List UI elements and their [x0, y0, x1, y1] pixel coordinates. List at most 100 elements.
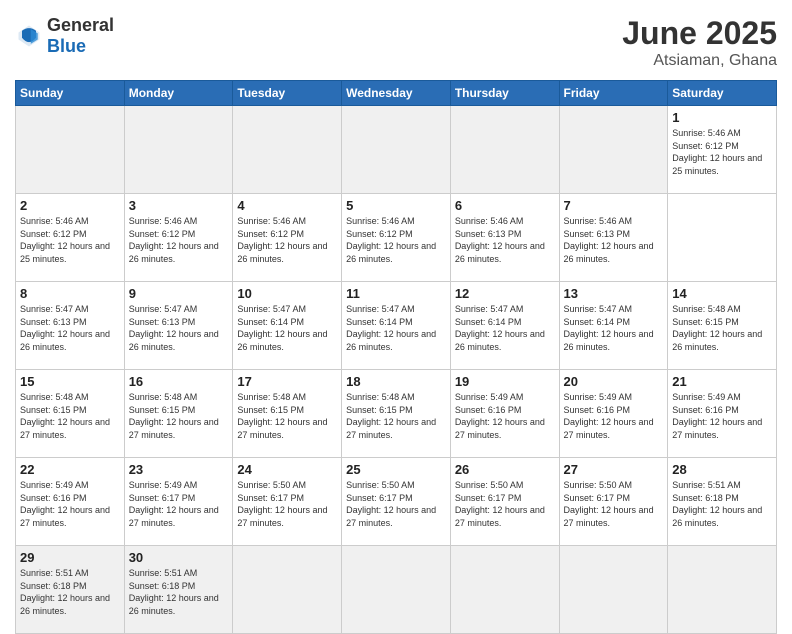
- day-info: Sunrise: 5:47 AM Sunset: 6:14 PM Dayligh…: [455, 303, 555, 353]
- day-info: Sunrise: 5:46 AM Sunset: 6:12 PM Dayligh…: [129, 215, 229, 265]
- day-number: 4: [237, 198, 337, 213]
- day-number: 14: [672, 286, 772, 301]
- day-number: 3: [129, 198, 229, 213]
- calendar-day-cell: 12 Sunrise: 5:47 AM Sunset: 6:14 PM Dayl…: [450, 282, 559, 370]
- calendar-day-cell: 13 Sunrise: 5:47 AM Sunset: 6:14 PM Dayl…: [559, 282, 668, 370]
- month-year: June 2025: [622, 15, 777, 52]
- calendar-week-row: 29 Sunrise: 5:51 AM Sunset: 6:18 PM Dayl…: [16, 546, 777, 634]
- calendar-header-row: SundayMondayTuesdayWednesdayThursdayFrid…: [16, 81, 777, 106]
- day-number: 13: [564, 286, 664, 301]
- calendar-day-cell: 30 Sunrise: 5:51 AM Sunset: 6:18 PM Dayl…: [124, 546, 233, 634]
- day-number: 9: [129, 286, 229, 301]
- day-number: 22: [20, 462, 120, 477]
- calendar-day-cell: 6 Sunrise: 5:46 AM Sunset: 6:13 PM Dayli…: [450, 194, 559, 282]
- calendar: SundayMondayTuesdayWednesdayThursdayFrid…: [15, 80, 777, 634]
- day-number: 16: [129, 374, 229, 389]
- day-info: Sunrise: 5:49 AM Sunset: 6:16 PM Dayligh…: [20, 479, 120, 529]
- day-number: 15: [20, 374, 120, 389]
- calendar-empty-cell: [233, 106, 342, 194]
- calendar-empty-cell: [16, 106, 125, 194]
- calendar-empty-cell: [668, 546, 777, 634]
- calendar-empty-cell: [450, 546, 559, 634]
- day-info: Sunrise: 5:46 AM Sunset: 6:12 PM Dayligh…: [346, 215, 446, 265]
- calendar-empty-cell: [559, 106, 668, 194]
- calendar-day-cell: 15 Sunrise: 5:48 AM Sunset: 6:15 PM Dayl…: [16, 370, 125, 458]
- calendar-week-row: 15 Sunrise: 5:48 AM Sunset: 6:15 PM Dayl…: [16, 370, 777, 458]
- day-number: 1: [672, 110, 772, 125]
- logo: General Blue: [15, 15, 114, 57]
- day-info: Sunrise: 5:48 AM Sunset: 6:15 PM Dayligh…: [237, 391, 337, 441]
- calendar-day-cell: 10 Sunrise: 5:47 AM Sunset: 6:14 PM Dayl…: [233, 282, 342, 370]
- day-info: Sunrise: 5:48 AM Sunset: 6:15 PM Dayligh…: [129, 391, 229, 441]
- calendar-day-cell: 5 Sunrise: 5:46 AM Sunset: 6:12 PM Dayli…: [342, 194, 451, 282]
- calendar-day-cell: 18 Sunrise: 5:48 AM Sunset: 6:15 PM Dayl…: [342, 370, 451, 458]
- day-info: Sunrise: 5:48 AM Sunset: 6:15 PM Dayligh…: [346, 391, 446, 441]
- day-number: 19: [455, 374, 555, 389]
- calendar-day-header: Saturday: [668, 81, 777, 106]
- calendar-week-row: 1 Sunrise: 5:46 AM Sunset: 6:12 PM Dayli…: [16, 106, 777, 194]
- day-number: 23: [129, 462, 229, 477]
- calendar-week-row: 22 Sunrise: 5:49 AM Sunset: 6:16 PM Dayl…: [16, 458, 777, 546]
- calendar-empty-cell: [342, 546, 451, 634]
- day-number: 20: [564, 374, 664, 389]
- day-number: 24: [237, 462, 337, 477]
- day-number: 25: [346, 462, 446, 477]
- day-info: Sunrise: 5:46 AM Sunset: 6:12 PM Dayligh…: [237, 215, 337, 265]
- calendar-empty-cell: [233, 546, 342, 634]
- day-info: Sunrise: 5:47 AM Sunset: 6:13 PM Dayligh…: [129, 303, 229, 353]
- calendar-day-cell: 22 Sunrise: 5:49 AM Sunset: 6:16 PM Dayl…: [16, 458, 125, 546]
- day-number: 5: [346, 198, 446, 213]
- day-info: Sunrise: 5:50 AM Sunset: 6:17 PM Dayligh…: [564, 479, 664, 529]
- day-number: 28: [672, 462, 772, 477]
- calendar-day-cell: 29 Sunrise: 5:51 AM Sunset: 6:18 PM Dayl…: [16, 546, 125, 634]
- day-info: Sunrise: 5:46 AM Sunset: 6:12 PM Dayligh…: [672, 127, 772, 177]
- day-number: 18: [346, 374, 446, 389]
- day-info: Sunrise: 5:46 AM Sunset: 6:12 PM Dayligh…: [20, 215, 120, 265]
- day-number: 11: [346, 286, 446, 301]
- calendar-day-cell: 20 Sunrise: 5:49 AM Sunset: 6:16 PM Dayl…: [559, 370, 668, 458]
- day-number: 2: [20, 198, 120, 213]
- day-info: Sunrise: 5:47 AM Sunset: 6:14 PM Dayligh…: [237, 303, 337, 353]
- day-number: 26: [455, 462, 555, 477]
- calendar-day-cell: 9 Sunrise: 5:47 AM Sunset: 6:13 PM Dayli…: [124, 282, 233, 370]
- day-info: Sunrise: 5:46 AM Sunset: 6:13 PM Dayligh…: [455, 215, 555, 265]
- calendar-day-cell: 24 Sunrise: 5:50 AM Sunset: 6:17 PM Dayl…: [233, 458, 342, 546]
- calendar-day-header: Thursday: [450, 81, 559, 106]
- calendar-empty-cell: [342, 106, 451, 194]
- day-info: Sunrise: 5:48 AM Sunset: 6:15 PM Dayligh…: [20, 391, 120, 441]
- calendar-day-cell: 21 Sunrise: 5:49 AM Sunset: 6:16 PM Dayl…: [668, 370, 777, 458]
- day-info: Sunrise: 5:49 AM Sunset: 6:16 PM Dayligh…: [455, 391, 555, 441]
- page: General Blue June 2025 Atsiaman, Ghana S…: [0, 0, 792, 612]
- day-number: 7: [564, 198, 664, 213]
- calendar-day-cell: 7 Sunrise: 5:46 AM Sunset: 6:13 PM Dayli…: [559, 194, 668, 282]
- day-info: Sunrise: 5:50 AM Sunset: 6:17 PM Dayligh…: [237, 479, 337, 529]
- header: General Blue June 2025 Atsiaman, Ghana: [15, 15, 777, 70]
- calendar-empty-cell: [559, 546, 668, 634]
- calendar-day-header: Friday: [559, 81, 668, 106]
- calendar-day-header: Tuesday: [233, 81, 342, 106]
- calendar-day-cell: 11 Sunrise: 5:47 AM Sunset: 6:14 PM Dayl…: [342, 282, 451, 370]
- day-info: Sunrise: 5:49 AM Sunset: 6:16 PM Dayligh…: [672, 391, 772, 441]
- day-info: Sunrise: 5:47 AM Sunset: 6:14 PM Dayligh…: [346, 303, 446, 353]
- day-info: Sunrise: 5:51 AM Sunset: 6:18 PM Dayligh…: [672, 479, 772, 529]
- calendar-day-cell: 16 Sunrise: 5:48 AM Sunset: 6:15 PM Dayl…: [124, 370, 233, 458]
- day-number: 6: [455, 198, 555, 213]
- calendar-week-row: 8 Sunrise: 5:47 AM Sunset: 6:13 PM Dayli…: [16, 282, 777, 370]
- calendar-day-cell: 26 Sunrise: 5:50 AM Sunset: 6:17 PM Dayl…: [450, 458, 559, 546]
- day-info: Sunrise: 5:49 AM Sunset: 6:17 PM Dayligh…: [129, 479, 229, 529]
- calendar-day-cell: 28 Sunrise: 5:51 AM Sunset: 6:18 PM Dayl…: [668, 458, 777, 546]
- day-number: 10: [237, 286, 337, 301]
- day-number: 8: [20, 286, 120, 301]
- day-info: Sunrise: 5:50 AM Sunset: 6:17 PM Dayligh…: [346, 479, 446, 529]
- day-info: Sunrise: 5:51 AM Sunset: 6:18 PM Dayligh…: [129, 567, 229, 617]
- day-number: 17: [237, 374, 337, 389]
- day-number: 30: [129, 550, 229, 565]
- calendar-day-header: Wednesday: [342, 81, 451, 106]
- day-info: Sunrise: 5:47 AM Sunset: 6:14 PM Dayligh…: [564, 303, 664, 353]
- day-info: Sunrise: 5:49 AM Sunset: 6:16 PM Dayligh…: [564, 391, 664, 441]
- day-number: 21: [672, 374, 772, 389]
- calendar-day-header: Monday: [124, 81, 233, 106]
- day-number: 27: [564, 462, 664, 477]
- logo-blue: Blue: [47, 36, 86, 56]
- logo-icon: [15, 22, 43, 50]
